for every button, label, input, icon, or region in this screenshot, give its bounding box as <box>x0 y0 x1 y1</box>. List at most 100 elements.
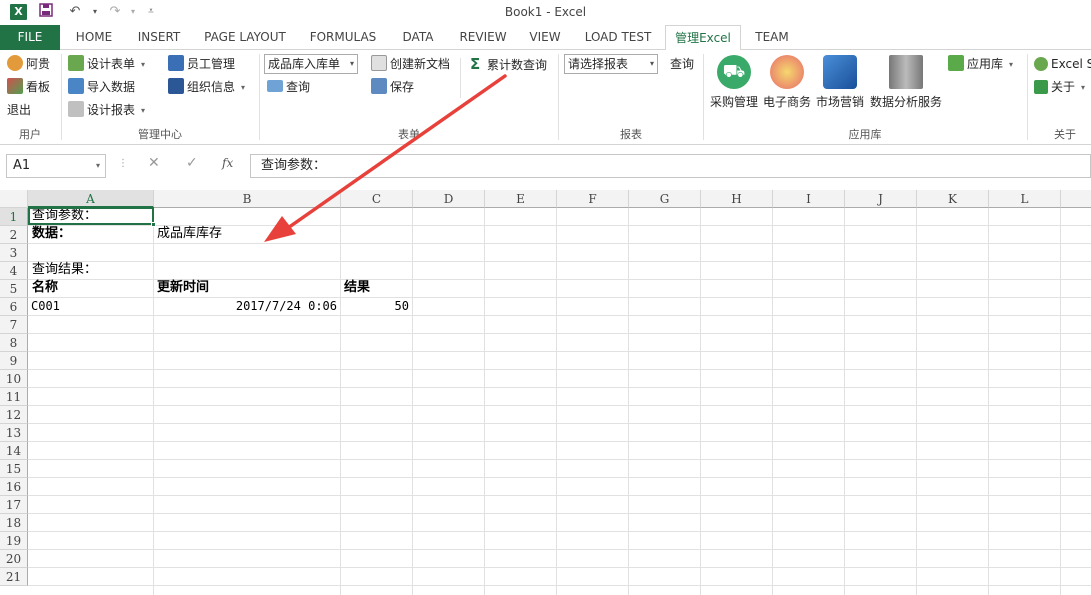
column-header[interactable]: K <box>917 190 989 208</box>
gridline <box>772 208 773 595</box>
gridline <box>28 315 1091 316</box>
row-header[interactable]: 13 <box>0 424 28 442</box>
org-info-button[interactable]: 组织信息 ▾ <box>168 77 245 97</box>
app-library-button[interactable]: 应用库 ▾ <box>948 54 1013 74</box>
row-header[interactable]: 10 <box>0 370 28 388</box>
staff-management-button[interactable]: 员工管理 <box>168 54 235 74</box>
column-header[interactable] <box>1061 190 1091 208</box>
column-header[interactable]: B <box>154 190 341 208</box>
cell-a1[interactable]: 查询参数： <box>29 207 97 225</box>
excel-se-button[interactable]: Excel Se <box>1034 54 1091 74</box>
formula-bar: A1 ▾ ⋮ ✕ ✓ fx 查询参数： <box>0 146 1091 190</box>
tab-data[interactable]: DATA <box>392 25 444 50</box>
save-form-button[interactable]: 保存 <box>371 77 414 97</box>
tab-load-test[interactable]: LOAD TEST <box>578 25 658 50</box>
row-header[interactable]: 11 <box>0 388 28 406</box>
insert-function-icon[interactable]: fx <box>222 156 233 170</box>
row-header[interactable]: 3 <box>0 244 28 262</box>
cell-a2[interactable]: 数据： <box>29 225 71 243</box>
gridline <box>28 243 1091 244</box>
e-commerce-button[interactable]: 电子商务 <box>762 55 812 110</box>
tab-view[interactable]: VIEW <box>522 25 568 50</box>
tab-team[interactable]: TEAM <box>748 25 796 50</box>
cell-b5[interactable]: 更新时间 <box>154 279 209 297</box>
column-header[interactable]: H <box>701 190 773 208</box>
column-header[interactable]: G <box>629 190 701 208</box>
row-header[interactable]: 2 <box>0 226 28 244</box>
redo-dropdown-icon[interactable]: ▾ <box>124 3 142 21</box>
row-header[interactable]: 19 <box>0 532 28 550</box>
column-header[interactable]: F <box>557 190 629 208</box>
column-header[interactable]: A <box>28 190 154 208</box>
row-header[interactable]: 17 <box>0 496 28 514</box>
row-header[interactable]: 18 <box>0 514 28 532</box>
cumulative-query-button[interactable]: Σ 累计数查询 <box>470 54 547 74</box>
row-header[interactable]: 4 <box>0 262 28 280</box>
new-document-button[interactable]: 创建新文档 <box>371 54 450 74</box>
column-header[interactable]: I <box>773 190 845 208</box>
data-analysis-button[interactable]: 数据分析服务 <box>866 55 946 110</box>
column-header[interactable]: J <box>845 190 917 208</box>
redo-icon[interactable]: ↷ <box>106 3 124 21</box>
cancel-icon[interactable]: ✕ <box>148 155 160 171</box>
marketing-button[interactable]: 市场营销 <box>814 55 866 110</box>
enter-icon[interactable]: ✓ <box>186 155 198 171</box>
design-form-button[interactable]: 设计表单 ▾ <box>68 54 145 74</box>
row-header[interactable]: 15 <box>0 460 28 478</box>
group-label-app-library: 应用库 <box>848 128 882 141</box>
column-header[interactable]: L <box>989 190 1061 208</box>
row-header[interactable]: 12 <box>0 406 28 424</box>
tab-insert[interactable]: INSERT <box>130 25 188 50</box>
gridline <box>28 261 1091 262</box>
design-report-button[interactable]: 设计报表 ▾ <box>68 100 145 120</box>
row-header[interactable]: 7 <box>0 316 28 334</box>
import-data-button[interactable]: 导入数据 <box>68 77 135 97</box>
undo-dropdown-icon[interactable]: ▾ <box>86 3 104 21</box>
row-header[interactable]: 14 <box>0 442 28 460</box>
board-button[interactable]: 看板 <box>7 77 50 97</box>
gridline <box>28 567 1091 568</box>
row-header[interactable]: 21 <box>0 568 28 586</box>
app-library-icon <box>948 55 964 71</box>
row-header[interactable]: 9 <box>0 352 28 370</box>
tab-page-layout[interactable]: PAGE LAYOUT <box>198 25 292 50</box>
name-box[interactable]: A1 ▾ <box>6 154 106 178</box>
cell-b2[interactable]: 成品库库存 <box>154 225 222 243</box>
purchase-management-button[interactable]: ⛟ 采购管理 <box>706 55 762 110</box>
column-header[interactable]: C <box>341 190 413 208</box>
tab-review[interactable]: REVIEW <box>454 25 512 50</box>
report-query-button[interactable]: 查询 <box>670 54 694 74</box>
column-header[interactable]: D <box>413 190 485 208</box>
tab-file[interactable]: FILE <box>0 25 60 50</box>
row-header[interactable]: 1 <box>0 208 28 226</box>
select-all-corner[interactable] <box>0 190 28 208</box>
formula-input[interactable]: 查询参数： <box>250 154 1091 178</box>
board-icon <box>7 78 23 94</box>
cell-a6[interactable]: C001 <box>28 297 60 315</box>
spreadsheet-grid[interactable]: A B C D E F G H I J K L 1 2 3 4 5 6 7 8 … <box>0 190 1091 595</box>
tab-manage-excel[interactable]: 管理Excel <box>665 25 741 51</box>
row-header[interactable]: 16 <box>0 478 28 496</box>
row-header[interactable]: 20 <box>0 550 28 568</box>
column-header[interactable]: E <box>485 190 557 208</box>
row-header[interactable]: 8 <box>0 334 28 352</box>
tab-home[interactable]: HOME <box>66 25 122 50</box>
cell-b6[interactable]: 2017/7/24 0:06 <box>154 297 340 315</box>
customize-toolbar-icon[interactable]: ⩡ <box>142 3 160 21</box>
user-button[interactable]: 阿贵 <box>7 54 50 74</box>
undo-icon[interactable]: ↶ <box>66 3 84 21</box>
tab-formulas[interactable]: FORMULAS <box>302 25 384 50</box>
cell-a5[interactable]: 名称 <box>29 279 58 297</box>
cell-a4[interactable]: 查询结果： <box>29 261 97 279</box>
row-header[interactable]: 6 <box>0 298 28 316</box>
save-icon[interactable] <box>37 3 55 21</box>
about-button[interactable]: 关于 ▾ <box>1034 77 1085 97</box>
gridline <box>628 208 629 595</box>
form-query-button[interactable]: 查询 <box>267 77 310 97</box>
report-select[interactable]: 请选择报表 ▾ <box>564 54 658 74</box>
form-select[interactable]: 成品库入库单 ▾ <box>264 54 358 74</box>
logout-button[interactable]: 退出 <box>7 100 31 120</box>
cell-c6[interactable]: 50 <box>341 297 412 315</box>
cell-c5[interactable]: 结果 <box>341 279 370 297</box>
row-header[interactable]: 5 <box>0 280 28 298</box>
